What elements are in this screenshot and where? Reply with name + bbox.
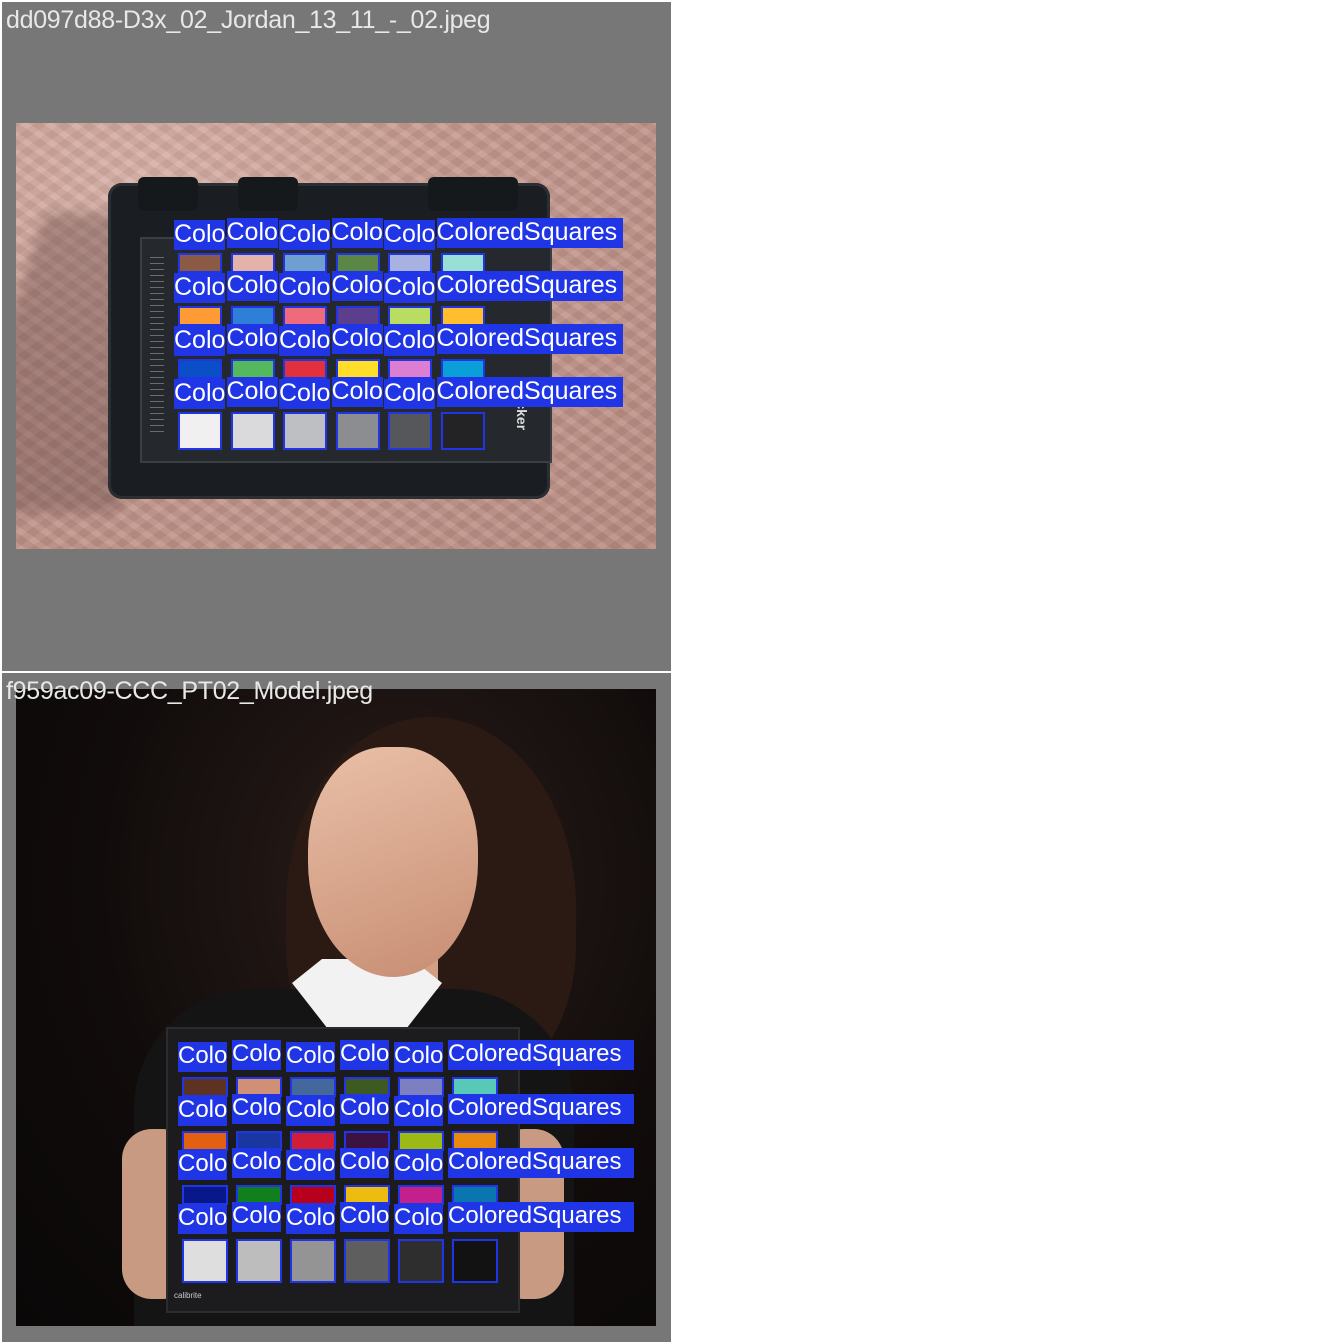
color-swatch bbox=[398, 1077, 444, 1097]
detection-label: Colo bbox=[340, 1202, 390, 1232]
color-swatch bbox=[236, 1239, 282, 1283]
detection-label: Colo bbox=[331, 218, 383, 248]
detection-label: ColoredSquares bbox=[436, 324, 623, 354]
color-swatch bbox=[178, 306, 222, 326]
detection-label: Colo bbox=[384, 273, 436, 303]
detection-label: Colo bbox=[226, 377, 278, 407]
color-swatch bbox=[182, 1185, 228, 1205]
detection-label: Colo bbox=[174, 273, 226, 303]
detection-label: Colo bbox=[232, 1148, 282, 1178]
color-swatch bbox=[440, 253, 485, 273]
color-swatch bbox=[178, 359, 222, 379]
detection-label: ColoredSquares bbox=[448, 1148, 634, 1178]
detection-label: Colo bbox=[331, 377, 383, 407]
color-swatch bbox=[388, 359, 432, 379]
detection-label: Colo bbox=[286, 1096, 336, 1126]
detection-label: Colo bbox=[232, 1202, 282, 1232]
detection-label: Colo bbox=[286, 1042, 336, 1072]
image-filename: dd097d88-D3x_02_Jordan_13_11_-_02.jpeg bbox=[6, 6, 491, 34]
color-swatch bbox=[335, 412, 380, 450]
card-ruler bbox=[150, 257, 164, 437]
detection-label: Colo bbox=[394, 1096, 444, 1126]
color-swatch bbox=[230, 412, 275, 450]
detection-label: ColoredSquares bbox=[448, 1202, 634, 1232]
detection-label: Colo bbox=[232, 1040, 282, 1070]
image-tile-1[interactable]: dd097d88-D3x_02_Jordan_13_11_-_02.jpeg h… bbox=[2, 2, 671, 671]
color-swatch bbox=[452, 1239, 498, 1283]
color-swatch bbox=[290, 1239, 336, 1283]
image-filename: f959ac09-CCC_PT02_Model.jpeg bbox=[6, 677, 373, 705]
detection-label: Colo bbox=[394, 1204, 444, 1234]
detection-label: Colo bbox=[394, 1042, 444, 1072]
detection-label: Colo bbox=[174, 379, 226, 409]
detection-label: Colo bbox=[279, 273, 331, 303]
color-swatch bbox=[290, 1077, 336, 1097]
color-swatch bbox=[388, 412, 432, 450]
detection-label: Colo bbox=[331, 271, 383, 301]
color-swatch bbox=[182, 1077, 228, 1097]
detection-label: Colo bbox=[340, 1040, 390, 1070]
color-swatch bbox=[182, 1131, 228, 1151]
detection-label: Colo bbox=[384, 220, 436, 250]
case-hinge bbox=[138, 177, 198, 211]
detection-label: Colo bbox=[178, 1150, 228, 1180]
color-swatch bbox=[335, 306, 380, 326]
color-swatch bbox=[290, 1185, 336, 1205]
case-hinge bbox=[238, 177, 298, 211]
color-swatch bbox=[440, 412, 485, 450]
image-tile-2[interactable]: calibrite f959ac09-CCC_PT02_Model.jpeg C… bbox=[2, 673, 671, 1342]
color-swatch bbox=[388, 253, 432, 273]
color-swatch bbox=[335, 359, 380, 379]
detection-label: Colo bbox=[226, 271, 278, 301]
color-swatch bbox=[388, 306, 432, 326]
case-hinge bbox=[428, 177, 518, 211]
color-swatch bbox=[230, 306, 275, 326]
color-swatch bbox=[230, 359, 275, 379]
detection-label: Colo bbox=[340, 1148, 390, 1178]
detection-label: Colo bbox=[178, 1204, 228, 1234]
detection-label: Colo bbox=[384, 326, 436, 356]
color-swatch bbox=[230, 253, 275, 273]
detection-label: ColoredSquares bbox=[448, 1040, 634, 1070]
color-swatch bbox=[335, 253, 380, 273]
color-swatch bbox=[398, 1239, 444, 1283]
color-swatch bbox=[398, 1185, 444, 1205]
detection-label: ColoredSquares bbox=[436, 271, 623, 301]
detection-label: Colo bbox=[226, 324, 278, 354]
detection-label: Colo bbox=[286, 1204, 336, 1234]
detection-label: Colo bbox=[279, 220, 331, 250]
detection-label: Colo bbox=[279, 379, 331, 409]
color-swatch bbox=[440, 306, 485, 326]
detection-label: Colo bbox=[226, 218, 278, 248]
detection-label: Colo bbox=[174, 326, 226, 356]
model-face bbox=[308, 747, 478, 977]
color-swatch bbox=[283, 306, 327, 326]
color-swatch bbox=[283, 359, 327, 379]
detection-label: Colo bbox=[394, 1150, 444, 1180]
color-swatch bbox=[344, 1239, 390, 1283]
card-brand: calibrite bbox=[174, 1291, 202, 1300]
color-swatch bbox=[290, 1131, 336, 1151]
color-swatch bbox=[178, 412, 222, 450]
color-swatch bbox=[178, 253, 222, 273]
detection-label: Colo bbox=[340, 1094, 390, 1124]
color-swatch bbox=[440, 359, 485, 379]
detection-label: Colo bbox=[279, 326, 331, 356]
color-swatch bbox=[283, 253, 327, 273]
detection-label: Colo bbox=[178, 1096, 228, 1126]
detection-label: Colo bbox=[232, 1094, 282, 1124]
color-swatch bbox=[283, 412, 327, 450]
detection-label: Colo bbox=[178, 1042, 228, 1072]
detection-label: Colo bbox=[384, 379, 436, 409]
detection-label: Colo bbox=[174, 220, 226, 250]
detection-label: ColoredSquares bbox=[436, 377, 623, 407]
detection-label: Colo bbox=[286, 1150, 336, 1180]
detection-label: Colo bbox=[331, 324, 383, 354]
detection-label: ColoredSquares bbox=[436, 218, 623, 248]
color-swatch bbox=[182, 1239, 228, 1283]
detection-label: ColoredSquares bbox=[448, 1094, 634, 1124]
color-swatch bbox=[398, 1131, 444, 1151]
